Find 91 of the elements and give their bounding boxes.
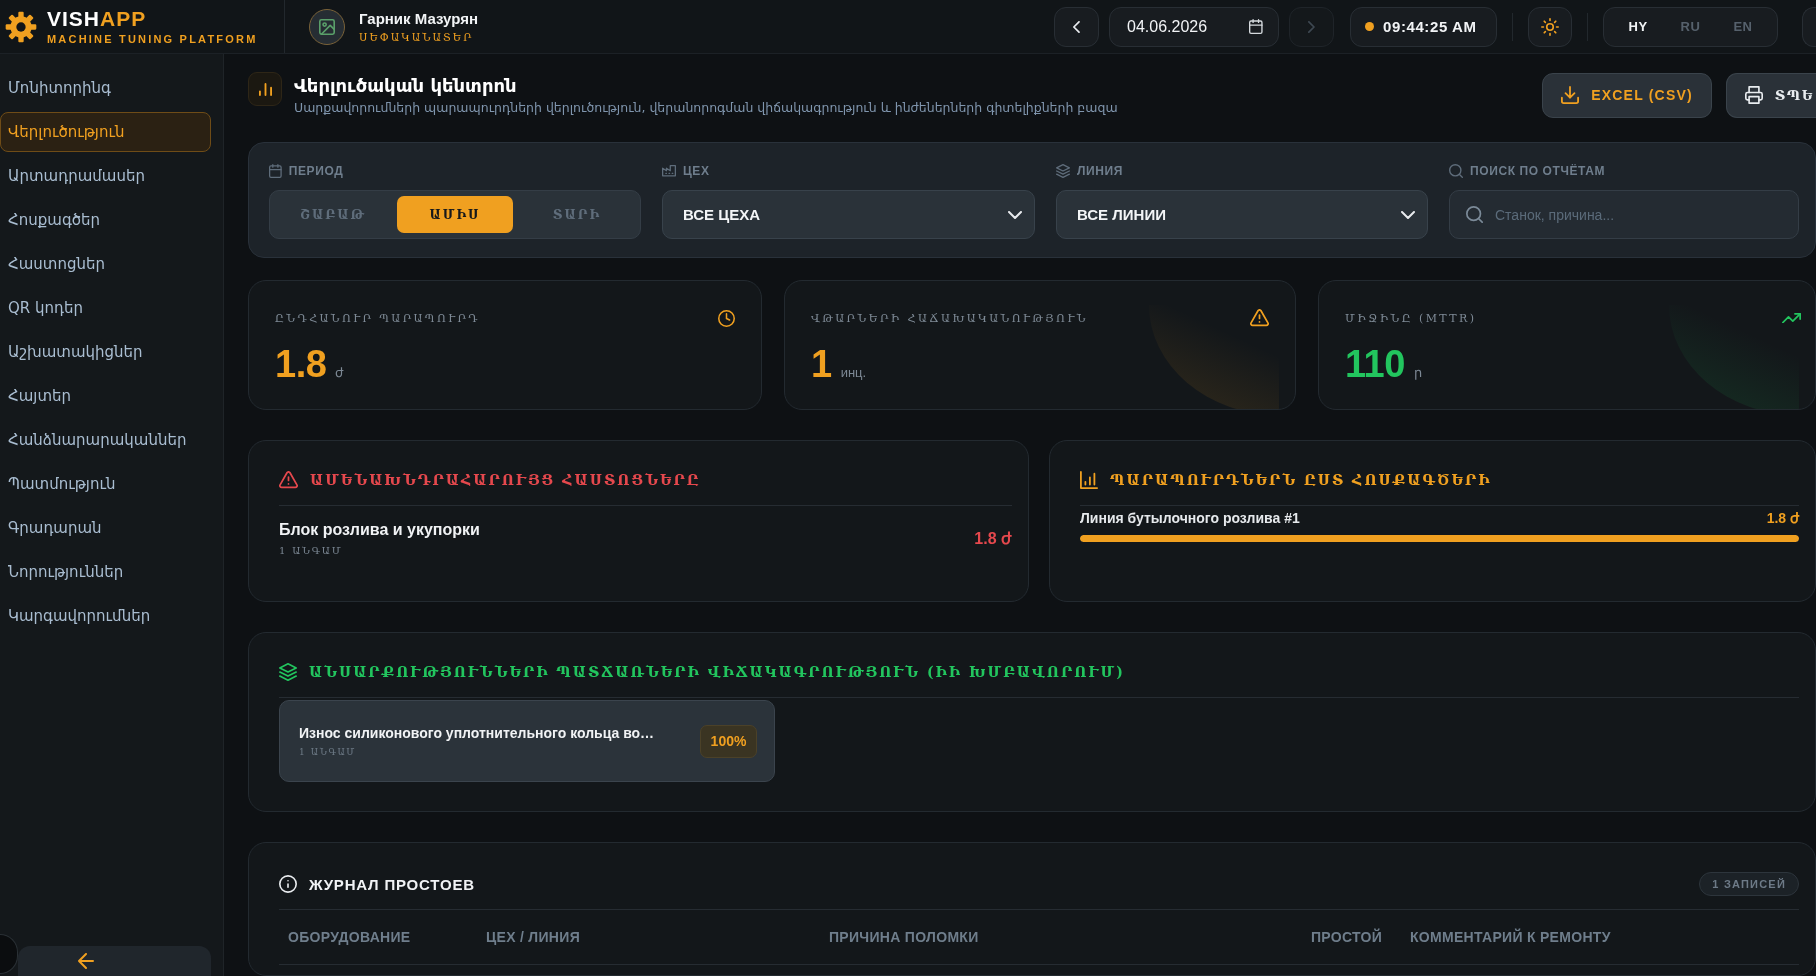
download-icon xyxy=(1561,86,1580,104)
count-badge: 1 ЗАПИСЕЙ xyxy=(1699,872,1799,896)
clock-icon xyxy=(718,309,735,327)
occurrence-count: 1 ԱՆԳԱՄ xyxy=(279,545,344,556)
calendar-icon xyxy=(1249,19,1263,34)
chevron-down-icon xyxy=(1008,210,1022,219)
kpi-value: 1 xyxy=(811,342,832,386)
column-header: ЦЕХ / ЛИНИЯ xyxy=(485,929,581,945)
sidebar-item[interactable]: Հոսքագծեր xyxy=(0,200,211,240)
filter-label: ПЕРИОД xyxy=(288,164,344,178)
search-icon xyxy=(1449,164,1463,178)
card-title: ԱՆՍԱՐՔՈՒԹՅՈՒՆՆԵՐԻ ՊԱՏՃԱՌՆԵՐԻ ՎԻՃԱԿԱԳՐՈՒԹՅՈՒՆ (ԻԻ ԽՄԲԱՎՈՐՈՒՄ) xyxy=(309,664,1125,680)
downtime-value: 1.8 ժ xyxy=(974,528,1012,548)
factory-icon xyxy=(662,165,676,177)
image-icon xyxy=(319,18,335,35)
sidebar-item[interactable]: QR կոդեր xyxy=(0,288,211,328)
toolbar-button[interactable] xyxy=(1802,6,1816,47)
sidebar-item[interactable]: Արտադրամասեր xyxy=(0,156,211,196)
sidebar-item[interactable]: Գրադարան xyxy=(0,508,211,548)
kpi-label: ՄԻՋԻՆԸ (MTTR) xyxy=(1345,311,1477,325)
kpi-unit: ր xyxy=(1413,365,1422,380)
arrow-left-icon xyxy=(78,953,94,969)
kpi-value: 110 xyxy=(1345,342,1405,386)
card-title: ЖУРНАЛ ПРОСТОЕВ xyxy=(309,875,475,893)
previous-day-button[interactable] xyxy=(1054,6,1099,47)
card-title: ՊԱՐԱՊՈՒՐԴՆԵՐՆ ԸՍՏ ՀՈՍՔԱԳԾԵՐԻ xyxy=(1110,472,1492,488)
bar-chart-icon xyxy=(1080,471,1098,489)
sidebar-item[interactable]: Մոնիտորինգ xyxy=(0,68,211,108)
layers-icon xyxy=(279,663,297,681)
app-logo-text: VISHAPP xyxy=(47,7,148,30)
share-badge: 100% xyxy=(700,724,757,758)
kpi-label: ԸՆԴՀԱՆՈՒՐ ՊԱՐԱՊՈՒՐԴ xyxy=(275,311,481,325)
filter-label: ПОИСК ПО ОТЧЁТАМ xyxy=(1470,164,1606,178)
user-name: Гарник Мазурян xyxy=(359,9,478,28)
collapse-button[interactable] xyxy=(18,946,211,976)
chevron-right-icon xyxy=(1308,20,1315,33)
floating-button[interactable] xyxy=(0,934,18,974)
kpi-unit: ժ xyxy=(335,365,345,380)
theme-toggle-button[interactable] xyxy=(1528,6,1572,47)
chevron-down-icon xyxy=(1401,210,1415,219)
info-icon xyxy=(279,875,297,893)
user-role: ՍԵՓԱԿԱՆԱՏԵՐ xyxy=(359,30,475,44)
trending-up-icon xyxy=(1782,312,1801,324)
export-button[interactable]: EXCEL (CSV) xyxy=(1542,72,1712,118)
column-header: КОММЕНТАРИЙ К РЕМОНТУ xyxy=(1409,929,1612,945)
status-dot-icon xyxy=(1365,22,1374,31)
page-title: Վերլուծական կենտրոն xyxy=(294,74,518,97)
search-field[interactable]: Станок, причина... xyxy=(1449,190,1799,239)
search-input[interactable]: Станок, причина... xyxy=(1495,204,1782,225)
search-icon xyxy=(1466,206,1483,223)
chevron-left-icon xyxy=(1073,20,1080,33)
occurrence-count: 1 ԱՆԳԱՄ xyxy=(299,747,358,757)
column-header: ПРОСТОЙ xyxy=(1310,929,1384,945)
sidebar-item[interactable]: Պատմություն xyxy=(0,464,211,504)
sidebar-item[interactable]: Նորություններ xyxy=(0,552,211,592)
bar-chart-icon xyxy=(248,72,282,106)
kpi-label: ՎԹԱՐՆԵՐԻ ՀԱՃԱԽԱԿԱՆՈՒԹՅՈՒՆ xyxy=(811,311,1088,325)
sidebar-item[interactable]: Աշխատակիցներ xyxy=(0,332,211,372)
clock-time: 09:44:25 AM xyxy=(1383,18,1477,35)
line-select[interactable]: ВСЕ ЛИНИИ xyxy=(1056,190,1428,239)
warning-icon xyxy=(279,471,298,489)
warning-icon xyxy=(1250,309,1269,327)
period-option[interactable]: ԱՄԻՍ xyxy=(397,196,513,233)
print-button[interactable]: ՏՊԵ xyxy=(1725,72,1816,118)
line-name: Линия бутылочного розлива #1 xyxy=(1080,510,1300,526)
card-title: ԱՄԵՆԱԽՆԴՐԱՀԱՐՈՒՅՑ ՀԱՍՏՈՑՆԵՐԸ xyxy=(310,472,701,488)
app-tagline: MACHINE TUNING PLATFORM xyxy=(47,31,258,46)
pattern-item[interactable]: Износ силиконового уплотнительного кольца во… 1 ԱՆԳԱՄ 100% xyxy=(279,700,775,782)
column-header: ОБОРУДОВАНИЕ xyxy=(287,929,412,945)
kpi-value: 1.8 xyxy=(275,342,327,386)
workshop-select[interactable]: ВСЕ ЦЕХА xyxy=(662,190,1035,239)
machine-name: Блок розлива и укупорки xyxy=(279,520,480,540)
kpi-unit: инц. xyxy=(840,365,867,380)
sidebar-item[interactable]: Հանձնարարականներ xyxy=(0,420,211,460)
sidebar-item[interactable]: Վերլուծություն xyxy=(0,112,211,152)
gear-icon xyxy=(5,10,37,43)
pattern-text: Износ силиконового уплотнительного кольца во… xyxy=(299,725,655,741)
sidebar-item[interactable]: Կարգավորումներ xyxy=(0,596,211,636)
layers-icon xyxy=(1056,164,1070,178)
calendar-icon xyxy=(269,164,282,178)
page-subtitle: Սարքավորումների պարապուրդների վերլուծություն, վերանորոգման վիճակագրություն և ինժեներների գիտելիքների բազա xyxy=(294,98,1119,116)
sidebar-item[interactable]: Հայտեր xyxy=(0,376,211,416)
filter-label: ЛИНИЯ xyxy=(1077,164,1123,178)
language-button[interactable]: HY xyxy=(1620,15,1656,38)
sun-icon xyxy=(1541,17,1559,36)
downtime-value: 1.8 ժ xyxy=(1766,510,1799,526)
filter-label: ЦЕХ xyxy=(683,164,710,178)
sidebar-item[interactable]: Հաստոցներ xyxy=(0,244,211,284)
printer-icon xyxy=(1744,86,1763,104)
date-field[interactable]: 04.06.2026 xyxy=(1109,6,1279,47)
column-header: ПРИЧИНА ПОЛОМКИ xyxy=(828,929,980,945)
